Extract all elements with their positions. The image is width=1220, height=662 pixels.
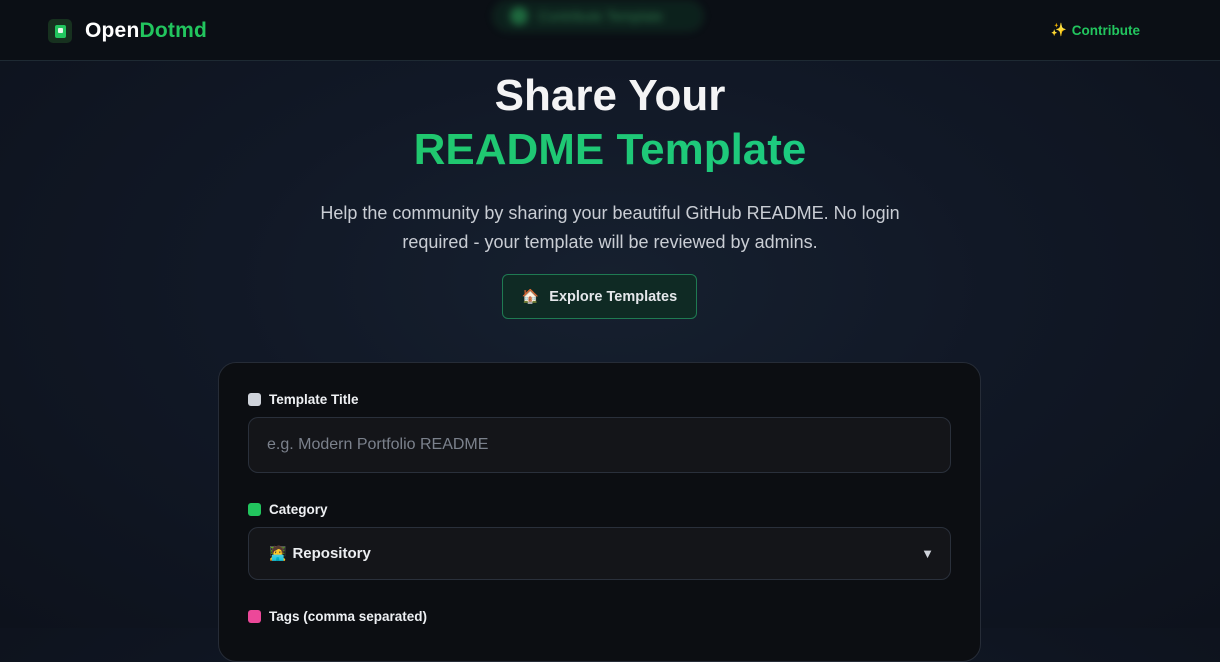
chevron-down-icon: ▼ bbox=[921, 546, 934, 561]
sparkle-icon: ✨ bbox=[1050, 22, 1067, 37]
category-label-text: Category bbox=[269, 502, 328, 517]
hero-title-line2: README Template bbox=[0, 128, 1220, 172]
book-icon bbox=[48, 19, 72, 43]
template-title-label: Template Title bbox=[248, 392, 359, 407]
category-label: Category bbox=[248, 502, 328, 517]
contribute-link[interactable]: ✨ Contribute bbox=[1051, 22, 1140, 38]
template-title-label-text: Template Title bbox=[269, 392, 359, 407]
contribute-label: Contribute bbox=[1071, 22, 1140, 38]
category-select[interactable]: 🧑‍💻 Repository ▼ bbox=[248, 527, 951, 580]
faded-pill-text: Contribute Template bbox=[538, 8, 664, 24]
pill-dot-icon bbox=[510, 7, 528, 25]
brand-logo-link[interactable]: OpenDotmd bbox=[48, 18, 207, 44]
tags-label: Tags (comma separated) bbox=[248, 609, 427, 624]
document-icon bbox=[248, 393, 261, 406]
category-selected-value: Repository bbox=[292, 545, 371, 562]
hero-title-line1: Share Your bbox=[494, 71, 726, 120]
brand-name: OpenDotmd bbox=[85, 19, 207, 43]
tag-icon bbox=[248, 610, 261, 623]
palette-icon bbox=[248, 503, 261, 516]
explore-templates-button[interactable]: 🏠 Explore Templates bbox=[502, 274, 697, 319]
top-navbar: OpenDotmd Contribute Template ✨ Contribu… bbox=[0, 0, 1220, 61]
person-at-computer-icon: 🧑‍💻 bbox=[269, 545, 287, 561]
house-icon: 🏠 bbox=[521, 288, 540, 304]
brand-name-part2: Dotmd bbox=[139, 19, 207, 42]
faded-contribute-pill: Contribute Template bbox=[492, 0, 704, 32]
template-title-input[interactable] bbox=[248, 417, 951, 473]
tags-label-text: Tags (comma separated) bbox=[269, 609, 428, 624]
hero-subtitle: Help the community by sharing your beaut… bbox=[320, 203, 900, 252]
brand-name-part1: Open bbox=[85, 19, 140, 42]
explore-templates-label: Explore Templates bbox=[549, 288, 678, 305]
